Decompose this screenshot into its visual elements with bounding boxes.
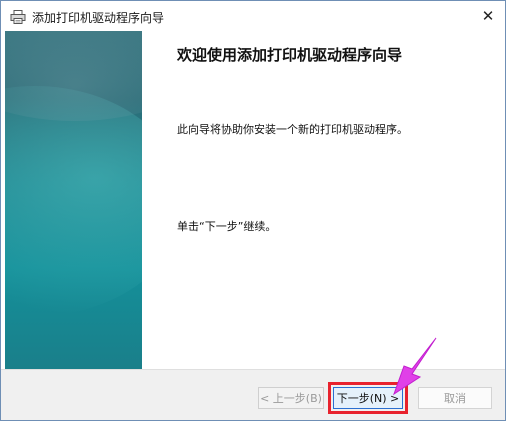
wizard-sidebar-banner (5, 31, 142, 369)
printer-icon (10, 10, 26, 24)
title-bar: 添加打印机驱动程序向导 ✕ (1, 1, 505, 31)
back-button[interactable]: < 上一步(B) (258, 387, 324, 409)
continue-hint-text: 单击“下一步”继续。 (177, 220, 277, 233)
close-icon: ✕ (481, 7, 495, 25)
page-title: 欢迎使用添加打印机驱动程序向导 (177, 46, 403, 64)
arrow-pointer-icon (393, 337, 437, 396)
close-button[interactable]: ✕ (471, 1, 505, 31)
window-title: 添加打印机驱动程序向导 (32, 11, 165, 25)
description-text: 此向导将协助你安装一个新的打印机驱动程序。 (177, 123, 408, 136)
wizard-content: 欢迎使用添加打印机驱动程序向导 此向导将协助你安装一个新的打印机驱动程序。 单击… (142, 31, 505, 369)
